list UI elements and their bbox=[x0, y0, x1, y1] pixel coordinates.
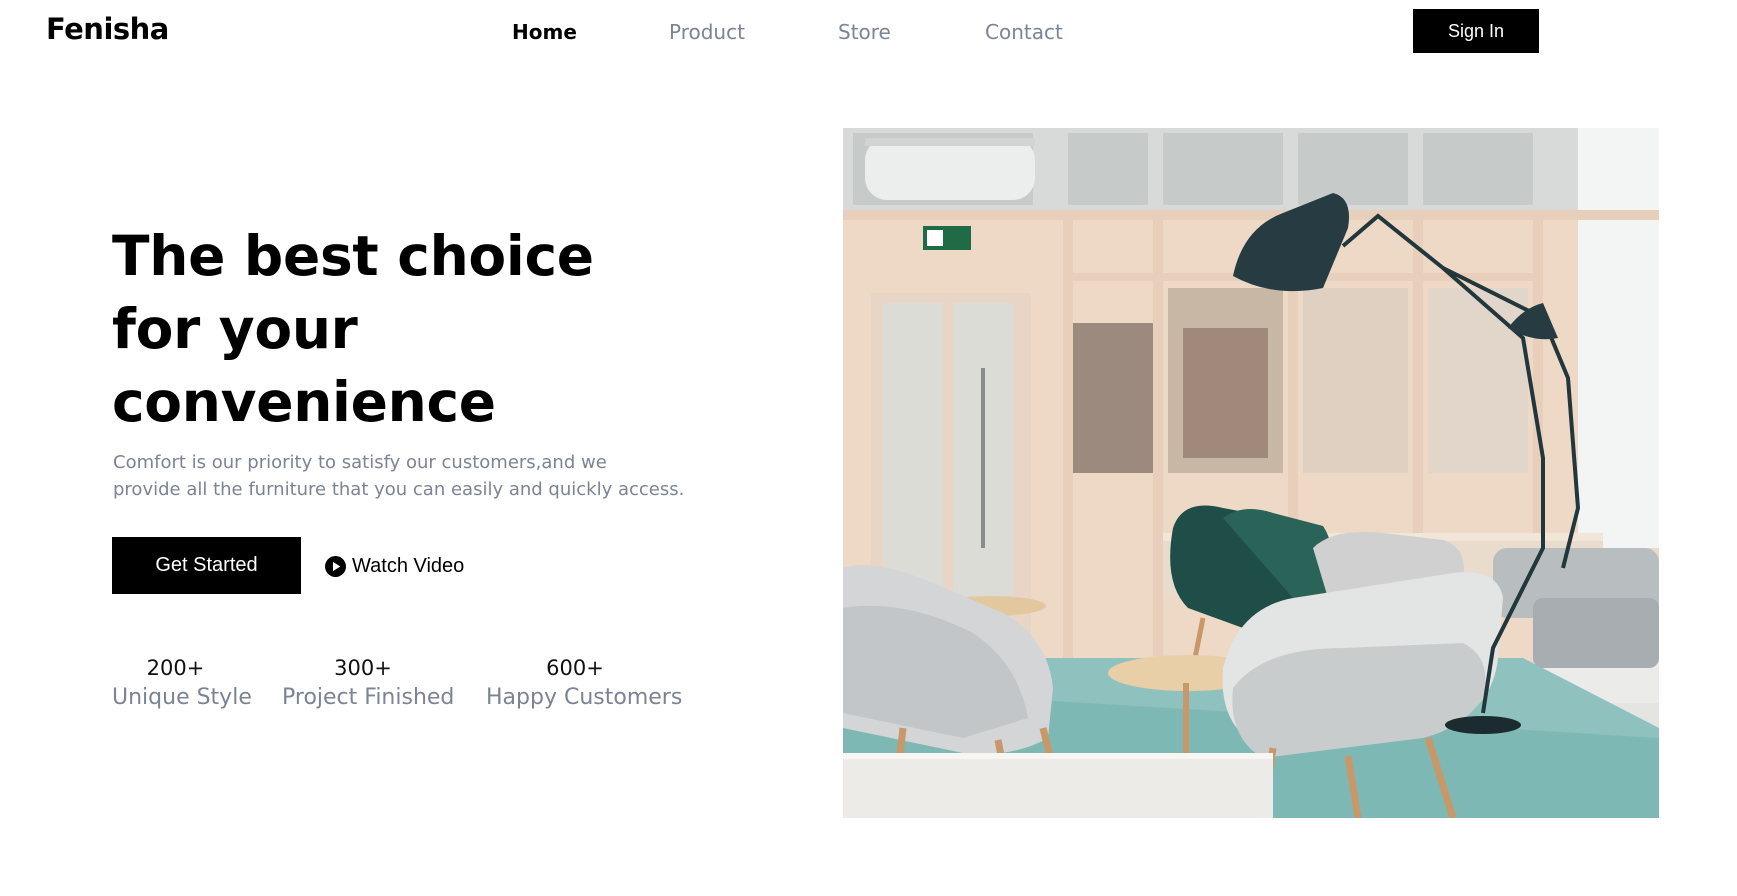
stat-value: 300+ bbox=[334, 656, 392, 680]
hero-subtext: Comfort is our priority to satisfy our c… bbox=[113, 449, 693, 503]
stat-value: 600+ bbox=[546, 656, 604, 680]
stat-unique-style: 200+ Unique Style bbox=[112, 654, 252, 714]
play-circle-icon bbox=[325, 555, 346, 577]
sign-in-button[interactable]: Sign In bbox=[1413, 9, 1539, 53]
stat-label: Unique Style bbox=[112, 685, 252, 710]
headline-line-3: convenience bbox=[112, 370, 496, 434]
stat-happy-customers: 600+ Happy Customers bbox=[486, 654, 683, 714]
watch-video-label: Watch Video bbox=[352, 554, 465, 577]
headline-line-2: for your bbox=[112, 297, 358, 361]
nav-product[interactable]: Product bbox=[669, 20, 745, 46]
watch-video-link[interactable]: Watch Video bbox=[325, 551, 464, 581]
stat-project-finished: 300+ Project Finished bbox=[282, 654, 455, 714]
nav-store[interactable]: Store bbox=[838, 20, 891, 46]
nav-contact[interactable]: Contact bbox=[985, 20, 1063, 46]
nav-home[interactable]: Home bbox=[512, 20, 577, 46]
hero-headline: The best choice for your convenience bbox=[112, 220, 672, 439]
stat-label: Project Finished bbox=[282, 685, 455, 710]
headline-line-1: The best choice bbox=[112, 224, 594, 288]
subtext-line-1: Comfort is our priority to satisfy our c… bbox=[113, 452, 607, 473]
subtext-line-2: provide all the furniture that you can e… bbox=[113, 479, 685, 500]
brand-logo[interactable]: Fenisha bbox=[46, 12, 169, 46]
stat-label: Happy Customers bbox=[486, 685, 683, 710]
hero-furniture-image bbox=[843, 128, 1659, 818]
get-started-button[interactable]: Get Started bbox=[112, 537, 301, 594]
stat-value: 200+ bbox=[146, 656, 205, 680]
